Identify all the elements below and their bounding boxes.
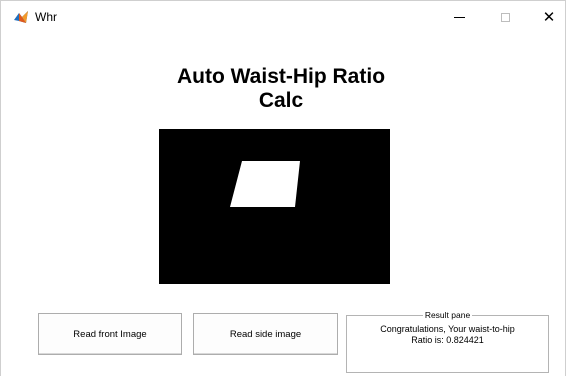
result-pane: Result pane Congratulations, Your waist-…: [346, 310, 549, 373]
app-window: Whr ✕ Auto Waist-Hip Ratio Calc Read fro…: [0, 0, 566, 377]
result-pane-title: Result pane: [346, 310, 549, 320]
minimize-icon: [453, 16, 465, 18]
segmented-region: [230, 161, 300, 207]
maximize-icon: [500, 12, 510, 22]
read-side-image-button[interactable]: Read side image: [193, 313, 338, 355]
image-display-axes: [159, 129, 390, 284]
heading-line-2: Calc: [258, 89, 304, 112]
close-icon: ✕: [542, 8, 556, 26]
read-front-image-button[interactable]: Read front Image: [38, 313, 182, 355]
result-text: Congratulations, Your waist-to-hip Ratio…: [346, 324, 549, 346]
result-line-2: Ratio is: 0.824421: [411, 335, 484, 345]
figure-content: Auto Waist-Hip Ratio Calc Read front Ima…: [1, 33, 565, 377]
result-pane-title-text: Result pane: [422, 310, 473, 320]
segmented-image: [159, 129, 390, 284]
heading-line-1: Auto Waist-Hip Ratio: [176, 65, 386, 88]
app-heading: Auto Waist-Hip Ratio Calc: [121, 65, 441, 113]
minimize-button[interactable]: [439, 1, 479, 33]
close-button[interactable]: ✕: [529, 1, 566, 33]
window-title: Whr: [35, 10, 57, 24]
result-line-1: Congratulations, Your waist-to-hip: [380, 324, 515, 334]
title-bar[interactable]: Whr ✕: [1, 1, 565, 33]
matlab-app-icon: [13, 9, 29, 25]
maximize-button[interactable]: [485, 1, 525, 33]
